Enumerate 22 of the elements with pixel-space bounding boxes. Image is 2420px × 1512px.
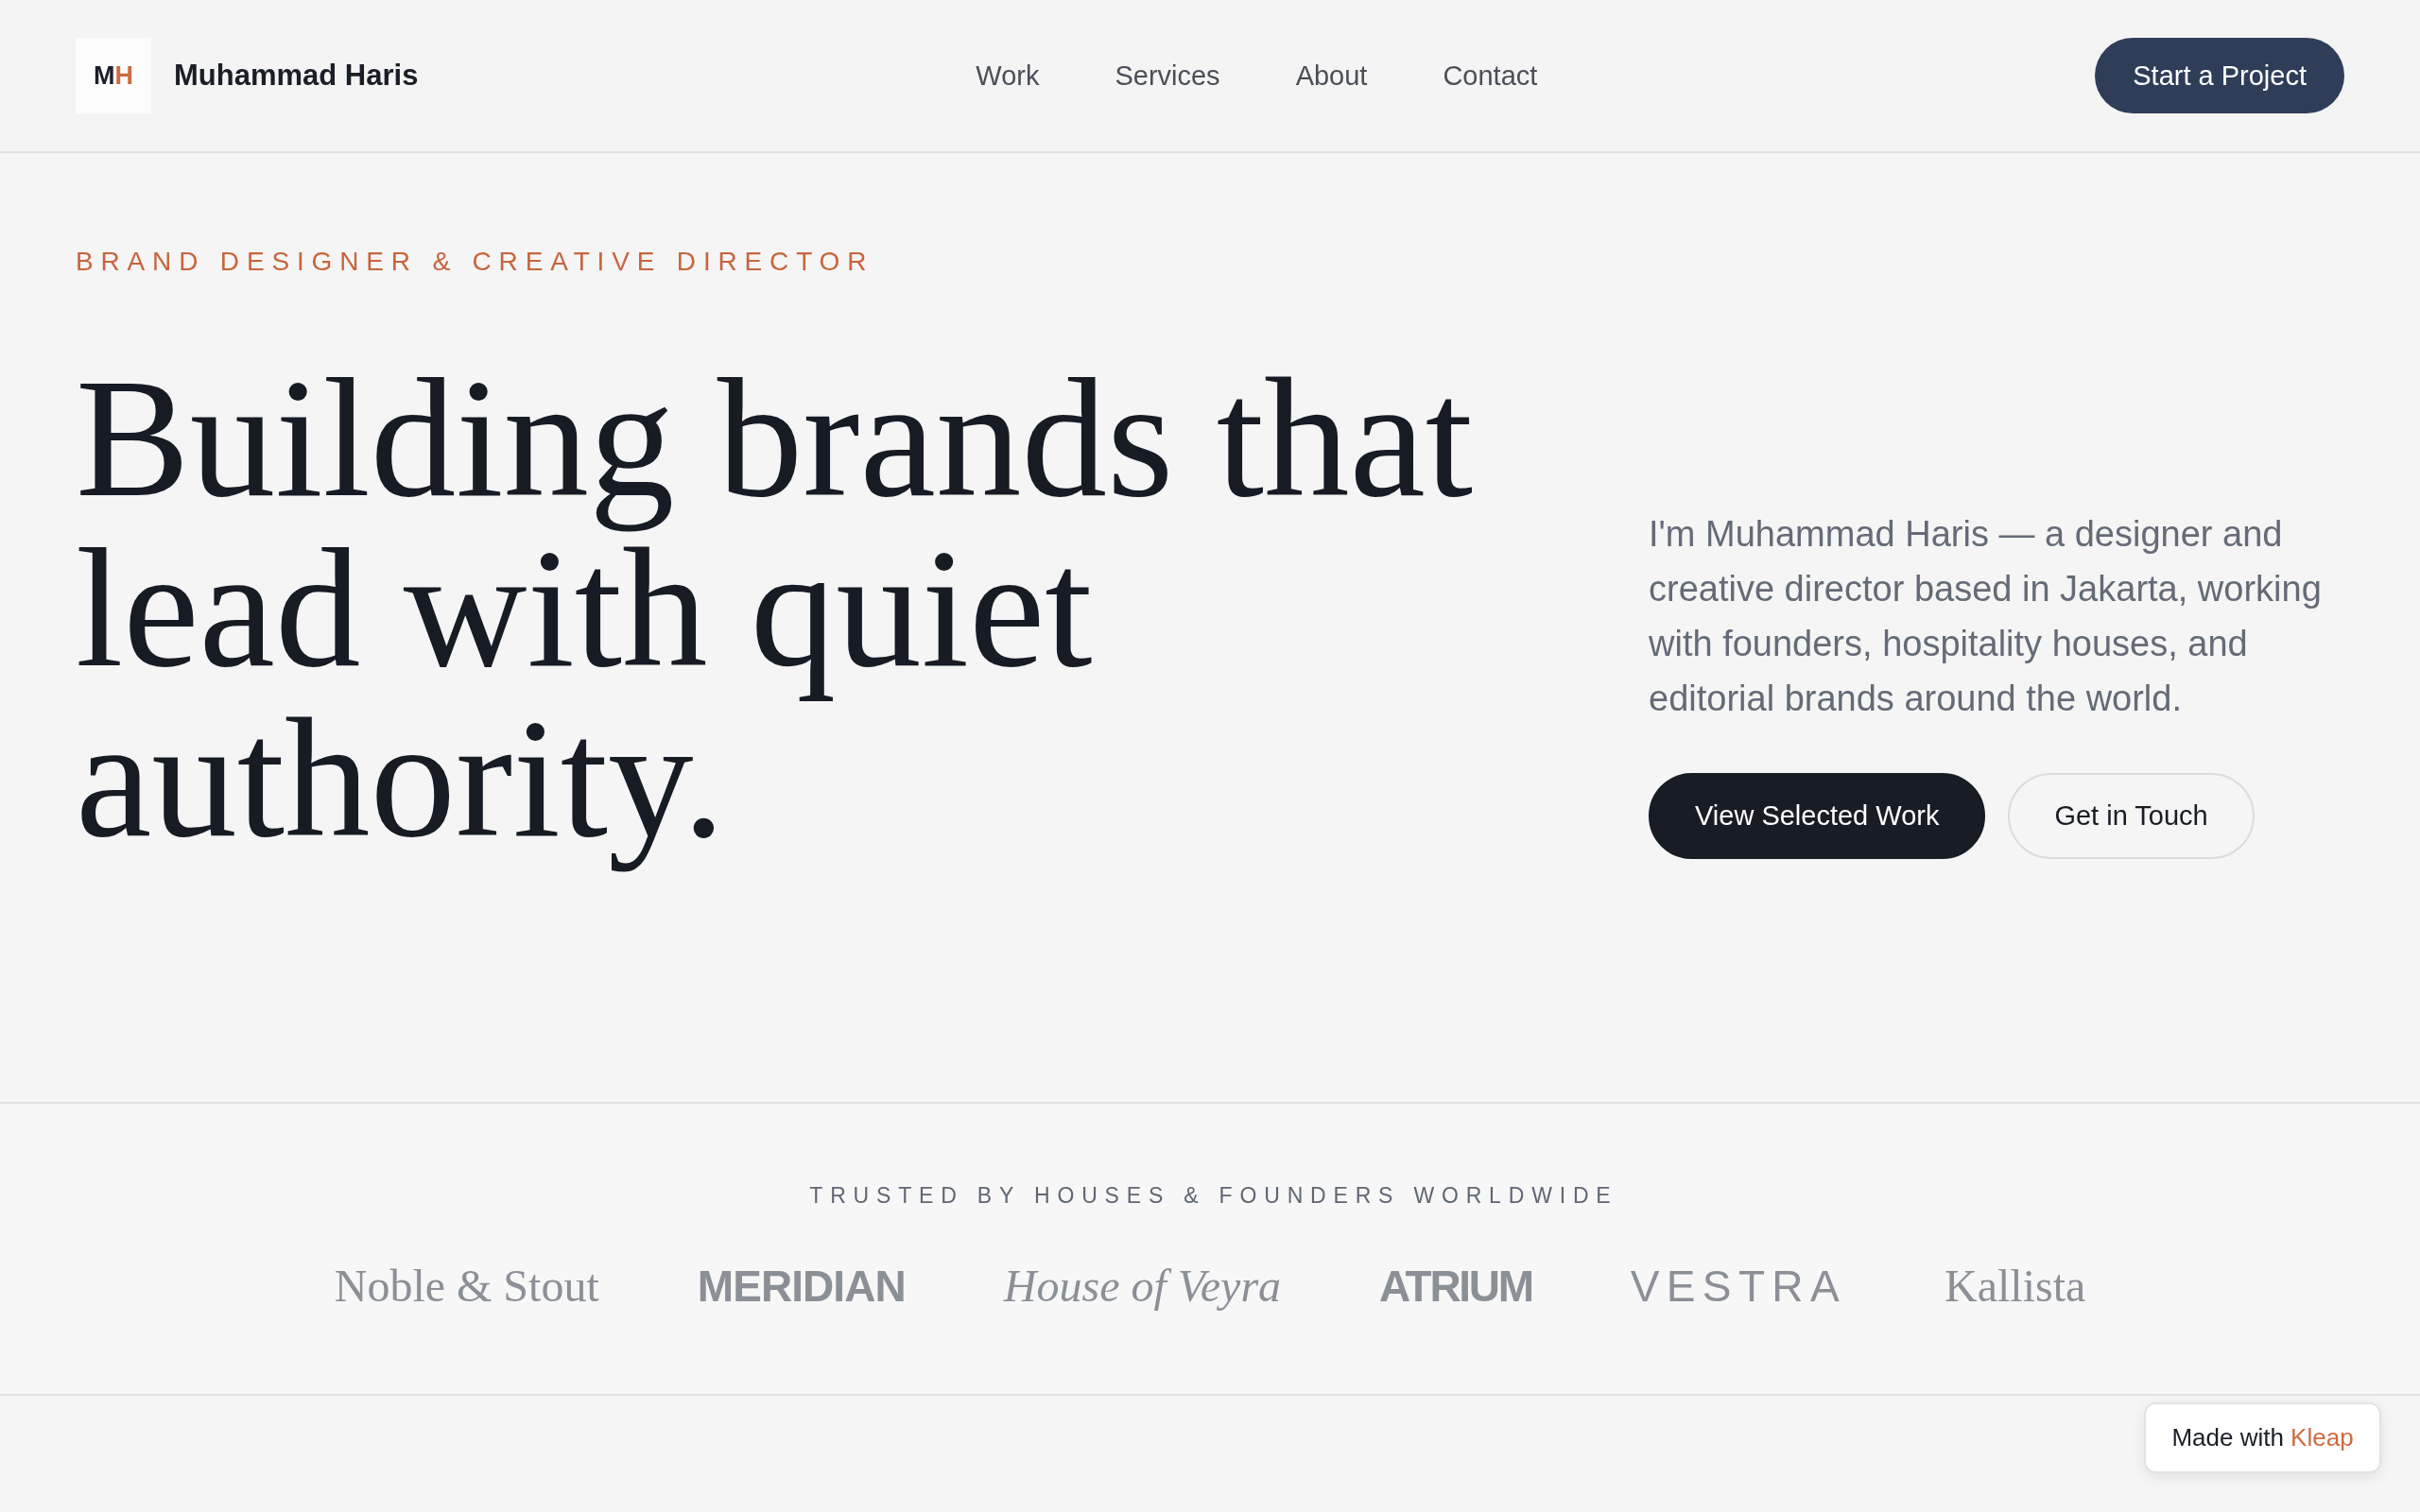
eyebrow-text: BRAND DESIGNER & CREATIVE DIRECTOR bbox=[76, 246, 874, 278]
nav-link[interactable]: About bbox=[1295, 59, 1368, 93]
secondary-button[interactable]: Get in Touch bbox=[2008, 773, 2255, 859]
brand-name: Muhammad Haris bbox=[174, 59, 419, 93]
logo-letter: M bbox=[94, 62, 115, 89]
client-wordmark: ATRIUM bbox=[1378, 1261, 1533, 1313]
intro-paragraph: I'm Muhammad Haris — a designer and creative director based in Jakarta, working with founders, hospitality houses, and editorial brands around the world. bbox=[1649, 513, 2323, 720]
logo-tile[interactable]: MH bbox=[76, 38, 151, 113]
client-wordmark: MERIDIAN bbox=[696, 1261, 907, 1313]
client-wordmark: Kallista bbox=[1944, 1260, 2087, 1313]
made-with-badge[interactable]: Made with Kleap bbox=[2144, 1402, 2381, 1473]
nav-link[interactable]: Work bbox=[976, 59, 1040, 93]
nav-link[interactable]: Contact bbox=[1443, 59, 1538, 93]
client-wordmark: VESTRA bbox=[1629, 1261, 1847, 1313]
primary-button[interactable]: View Selected Work bbox=[1649, 773, 1986, 859]
client-wordmark: Noble & Stout bbox=[333, 1260, 600, 1313]
hero-headline: Building brands that lead with quiet authority. bbox=[76, 352, 1475, 874]
start-project-button[interactable]: Start a Project bbox=[2095, 38, 2344, 113]
logo-letter: H bbox=[114, 62, 133, 89]
trusted-heading: TRUSTED BY HOUSES & FOUNDERS WORLDWIDE bbox=[808, 1182, 1618, 1210]
nav-link[interactable]: Services bbox=[1115, 59, 1220, 93]
client-wordmark: House of Veyra bbox=[1002, 1260, 1283, 1313]
